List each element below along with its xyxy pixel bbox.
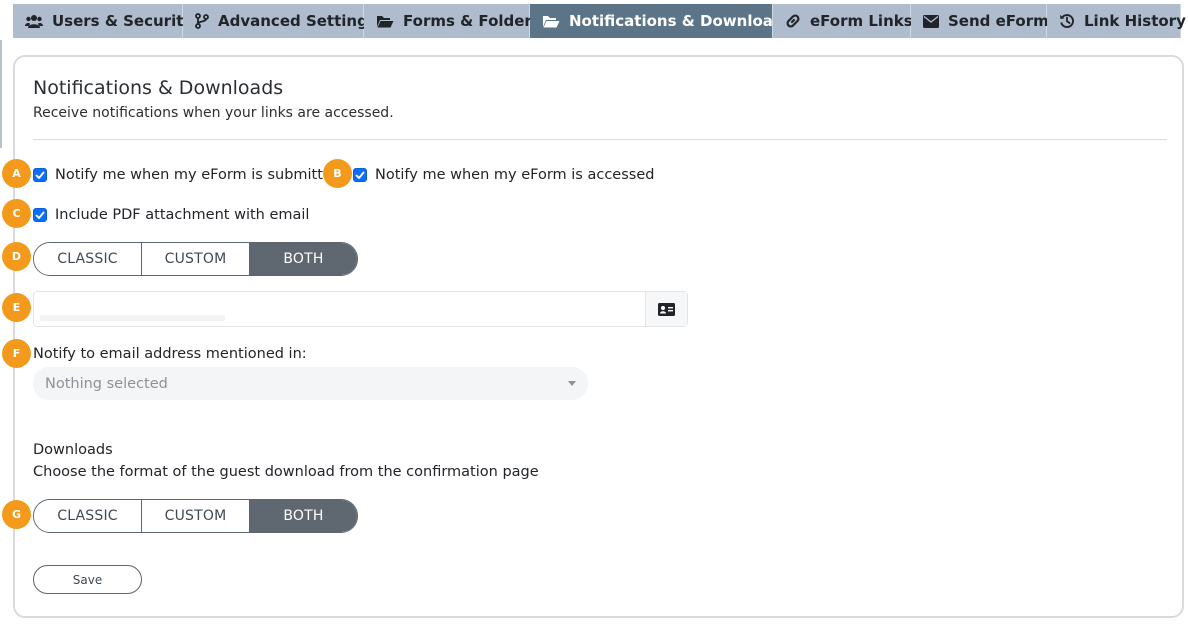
tab-bar: Users & Security Advanced Settings Forms…: [13, 4, 1186, 38]
section-divider: [33, 139, 1167, 140]
folder-open-icon: [542, 12, 560, 30]
email-field-hint-bar: [40, 315, 225, 321]
notification-format-custom[interactable]: CUSTOM: [141, 243, 249, 275]
download-format-custom[interactable]: CUSTOM: [141, 500, 249, 532]
folder-open-icon: [376, 12, 394, 30]
include-pdf-row: Include PDF attachment with email: [33, 207, 309, 223]
notify-to-select-value: Nothing selected: [45, 375, 168, 392]
checkmark-icon: [35, 171, 45, 179]
history-icon: [1059, 12, 1075, 30]
tab-label: Notifications & Downloads: [569, 12, 793, 30]
caret-down-icon: [568, 381, 576, 386]
notification-format-toggle: CLASSIC CUSTOM BOTH: [33, 242, 358, 276]
tab-label: Forms & Folders: [403, 12, 541, 30]
notify-to-label: Notify to email address mentioned in:: [33, 346, 307, 362]
include-pdf-checkbox[interactable]: [33, 208, 47, 222]
contact-card-button[interactable]: [645, 292, 687, 326]
callout-marker: F: [2, 339, 31, 368]
downloads-heading: Downloads: [33, 442, 113, 458]
download-format-both[interactable]: BOTH: [249, 500, 357, 532]
save-button[interactable]: Save: [33, 565, 142, 594]
checkmark-icon: [35, 211, 45, 219]
tab-label: eForm Links: [810, 12, 913, 30]
tab-eform-links[interactable]: eForm Links: [773, 4, 913, 38]
tab-notifications-downloads[interactable]: Notifications & Downloads: [530, 4, 793, 38]
notify-submitted-label: Notify me when my eForm is submitted: [55, 167, 342, 183]
callout-marker: G: [2, 500, 31, 529]
callout-marker: B: [323, 159, 352, 188]
branch-icon: [195, 12, 209, 30]
notifications-panel: Notifications & Downloads Receive notifi…: [13, 55, 1184, 618]
include-pdf-label: Include PDF attachment with email: [55, 207, 310, 223]
tab-label: Link History: [1084, 12, 1186, 30]
notification-format-both[interactable]: BOTH: [249, 243, 357, 275]
notify-submitted-row: Notify me when my eForm is submitted: [33, 167, 341, 183]
callout-marker: D: [2, 242, 31, 271]
tab-send-eform[interactable]: Send eForm: [911, 4, 1049, 38]
tab-forms-folders[interactable]: Forms & Folders: [364, 4, 541, 38]
tab-advanced-settings[interactable]: Advanced Settings: [183, 4, 377, 38]
download-format-classic[interactable]: CLASSIC: [34, 500, 141, 532]
callout-marker: C: [2, 199, 31, 228]
page-title: Notifications & Downloads: [33, 77, 284, 99]
tab-link-history[interactable]: Link History: [1047, 4, 1186, 38]
checkmark-icon: [355, 171, 365, 179]
notify-accessed-row: Notify me when my eForm is accessed: [353, 167, 654, 183]
notify-submitted-checkbox[interactable]: [33, 168, 47, 182]
callout-marker: A: [2, 159, 31, 188]
tab-label: Advanced Settings: [218, 12, 377, 30]
notify-accessed-checkbox[interactable]: [353, 168, 367, 182]
tab-label: Send eForm: [948, 12, 1049, 30]
tab-label: Users & Security: [52, 12, 194, 30]
email-field[interactable]: [33, 291, 688, 327]
notification-format-classic[interactable]: CLASSIC: [34, 243, 141, 275]
contact-card-icon: [658, 302, 675, 316]
left-edge-line: [0, 40, 2, 148]
link-icon: [785, 12, 801, 30]
notify-accessed-label: Notify me when my eForm is accessed: [375, 167, 655, 183]
callout-marker: E: [2, 293, 31, 322]
downloads-description: Choose the format of the guest download …: [33, 464, 539, 480]
download-format-toggle: CLASSIC CUSTOM BOTH: [33, 499, 358, 533]
tab-users-security[interactable]: Users & Security: [13, 4, 193, 38]
envelope-icon: [923, 12, 939, 30]
users-icon: [25, 12, 43, 30]
notify-to-select[interactable]: Nothing selected: [33, 367, 588, 400]
page-subtitle: Receive notifications when your links ar…: [33, 105, 394, 121]
